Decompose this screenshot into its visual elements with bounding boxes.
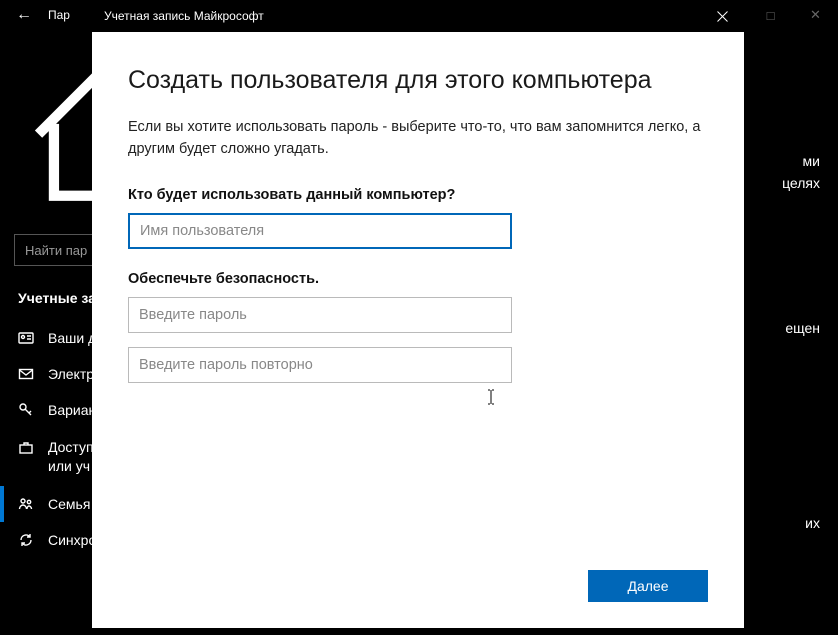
sidebar-search-placeholder: Найти пар — [25, 243, 87, 258]
briefcase-icon — [18, 440, 34, 456]
sidebar-item-label: Электр — [48, 366, 94, 382]
mail-icon — [18, 366, 34, 382]
dialog-body: Создать пользователя для этого компьютер… — [92, 32, 744, 554]
sync-icon — [18, 532, 34, 548]
sidebar-item-label: Доступ или уч — [48, 438, 94, 476]
dialog-titlebar: Учетная запись Майкрософт — [92, 0, 744, 32]
dialog-title: Учетная запись Майкрософт — [92, 9, 264, 23]
close-button[interactable]: ✕ — [793, 0, 838, 30]
people-icon — [18, 496, 34, 512]
sidebar-item-label: Ваши д — [48, 330, 96, 346]
username-input[interactable] — [128, 213, 512, 249]
sidebar-item-label: Синхро — [48, 532, 96, 548]
back-icon[interactable]: ← — [8, 6, 40, 24]
sidebar-item-label: Семья — [48, 496, 90, 512]
bg-partial-text-4: их — [805, 512, 820, 534]
person-card-icon — [18, 330, 34, 346]
username-question: Кто будет использовать данный компьютер? — [128, 187, 708, 203]
password-input[interactable] — [128, 297, 512, 333]
bg-partial-text-2: ещен — [785, 320, 820, 336]
security-section-label: Обеспечьте безопасность. — [128, 271, 708, 287]
close-icon — [717, 11, 728, 22]
sidebar-item-label: Вариан — [48, 402, 96, 418]
dialog-footer: Далее — [92, 554, 744, 628]
microsoft-account-dialog: Учетная запись Майкрософт Создать пользо… — [92, 0, 744, 628]
key-icon — [18, 402, 34, 418]
maximize-button[interactable]: □ — [748, 0, 793, 30]
dialog-close-button[interactable] — [700, 0, 744, 32]
settings-title: Пар — [40, 8, 70, 22]
next-button[interactable]: Далее — [588, 570, 708, 602]
password-confirm-input[interactable] — [128, 347, 512, 383]
dialog-description: Если вы хотите использовать пароль - выб… — [128, 117, 708, 161]
dialog-heading: Создать пользователя для этого компьютер… — [128, 66, 708, 95]
